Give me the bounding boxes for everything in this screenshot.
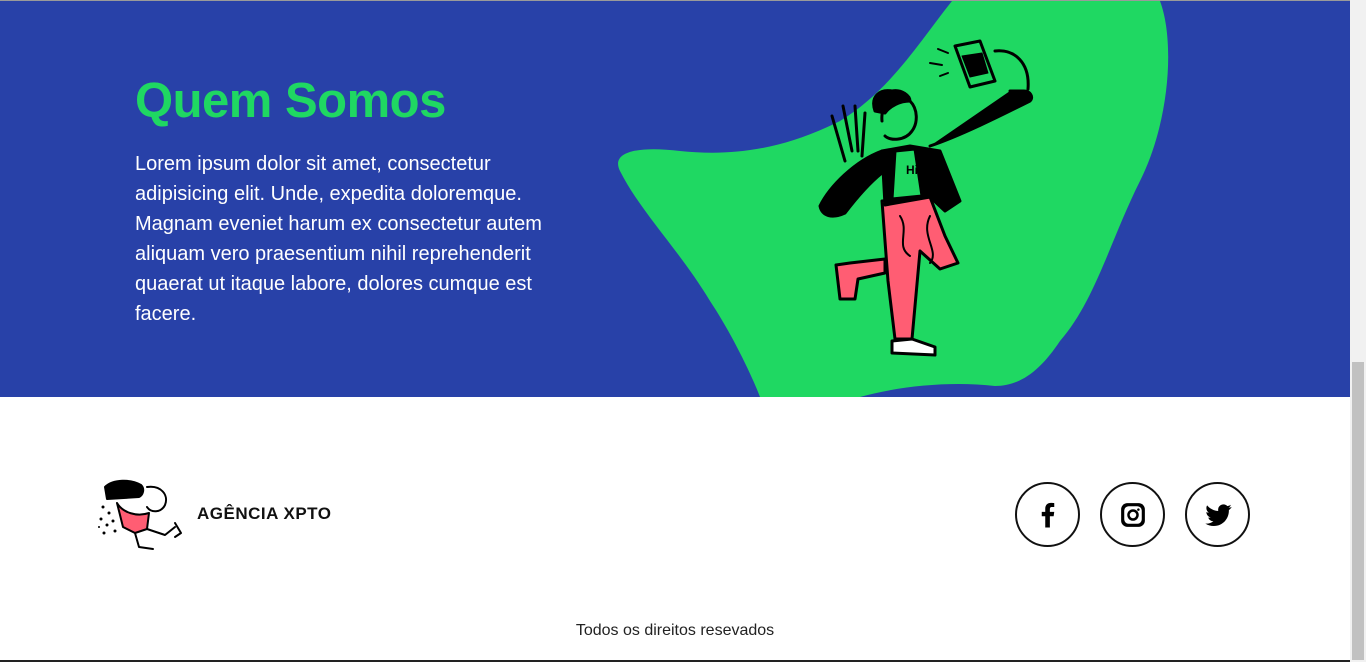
footer: AGÊNCIA XPTO Todos os direitos resevados — [0, 397, 1350, 662]
about-title: Quem Somos — [135, 74, 446, 128]
about-text: Lorem ipsum dolor sit amet, consectetur … — [135, 153, 542, 325]
twitter-button[interactable] — [1185, 482, 1250, 547]
instagram-button[interactable] — [1100, 482, 1165, 547]
brand-name[interactable]: AGÊNCIA XPTO — [197, 504, 331, 524]
scrollbar[interactable] — [1350, 0, 1366, 662]
brand-logo[interactable] — [95, 477, 187, 551]
facebook-button[interactable] — [1015, 482, 1080, 547]
scrollbar-thumb[interactable] — [1352, 362, 1364, 660]
facebook-icon — [1041, 502, 1054, 527]
about-illustration: Hi — [618, 1, 1169, 397]
twitter-icon — [1204, 503, 1232, 526]
copyright-text: Todos os direitos resevados — [575, 622, 775, 639]
instagram-icon — [1120, 502, 1145, 527]
about-section: Quem Somos Lorem ipsum dolor sit amet, c… — [0, 1, 1350, 397]
shirt-text: Hi — [906, 163, 918, 177]
